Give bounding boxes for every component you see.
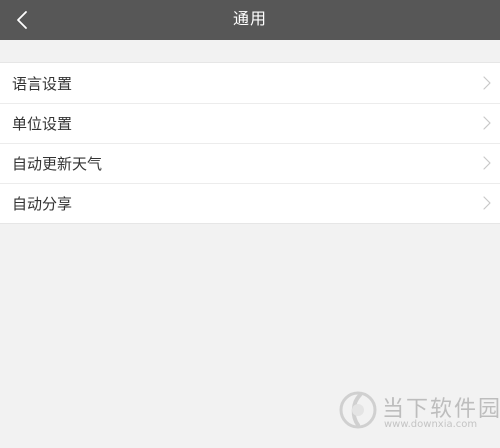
settings-item-label: 语言设置 bbox=[12, 74, 73, 93]
watermark-url: www.downxia.com bbox=[384, 419, 478, 430]
chevron-right-icon bbox=[483, 156, 491, 170]
chevron-right-icon bbox=[483, 196, 491, 210]
settings-item-label: 自动分享 bbox=[12, 194, 73, 213]
settings-item-units[interactable]: 单位设置 bbox=[0, 103, 500, 143]
settings-item-auto-update-weather[interactable]: 自动更新天气 bbox=[0, 143, 500, 183]
settings-item-label: 单位设置 bbox=[12, 114, 73, 133]
chevron-right-icon bbox=[483, 76, 491, 90]
downxia-logo-icon bbox=[339, 391, 377, 429]
page-title: 通用 bbox=[232, 9, 267, 28]
settings-item-label: 自动更新天气 bbox=[12, 154, 103, 173]
settings-item-language[interactable]: 语言设置 bbox=[0, 63, 500, 103]
watermark: 当下软件园 www.downxia.com bbox=[338, 383, 500, 435]
settings-list: 语言设置 单位设置 自动更新天气 自动分享 bbox=[0, 62, 500, 224]
settings-item-auto-share[interactable]: 自动分享 bbox=[0, 183, 500, 223]
title-bar: 通用 bbox=[0, 0, 500, 40]
chevron-right-icon bbox=[483, 116, 491, 130]
